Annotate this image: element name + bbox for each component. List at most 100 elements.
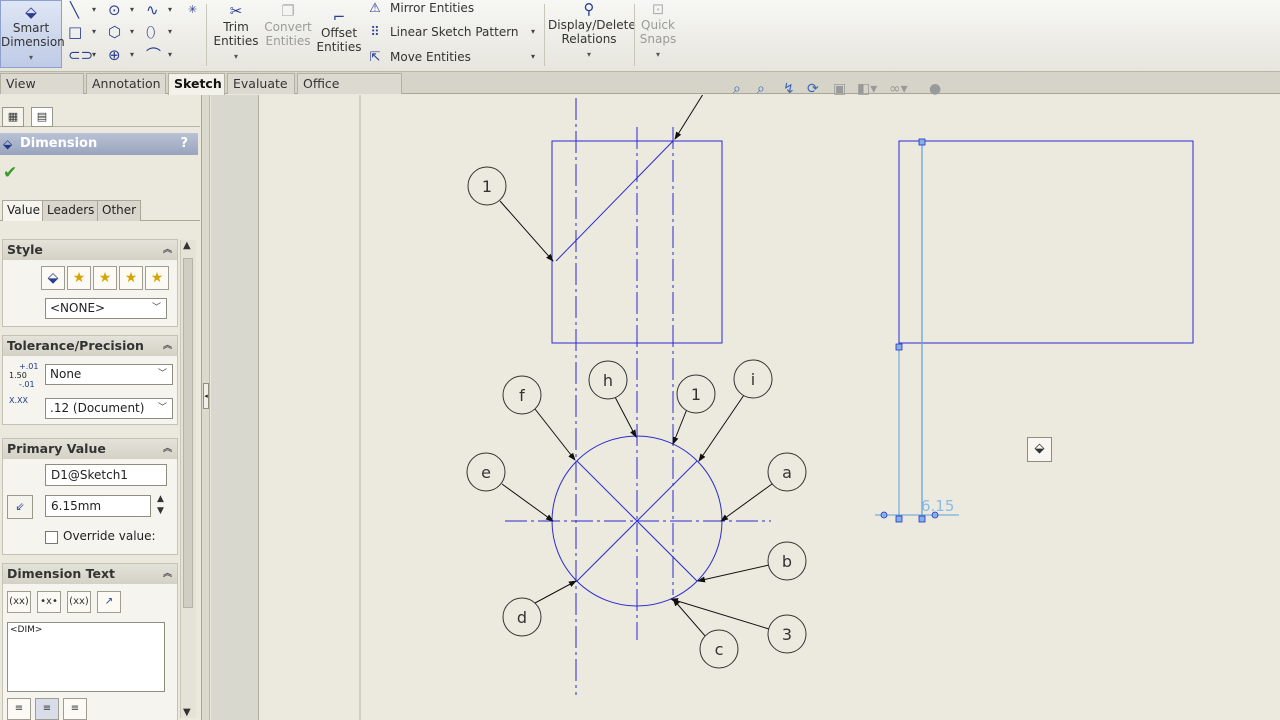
scrollbar-thumb[interactable] (183, 258, 193, 608)
appearance-icon[interactable]: ● (929, 81, 941, 97)
balloon-3[interactable]: 3 (670, 598, 807, 654)
reverse-direction-icon[interactable]: ⇙ (7, 495, 33, 519)
tab-view-layout[interactable]: View Layout (0, 73, 84, 110)
zoom-to-fit-icon[interactable]: ⌕ (733, 81, 741, 97)
center-dimension-button[interactable]: •x• (37, 591, 61, 613)
feature-manager-icon[interactable]: ▦ (2, 107, 24, 127)
quick-snaps-button[interactable]: ⊡ Quick Snaps ▾ (638, 0, 678, 62)
slot-icon[interactable]: ⊂⊃ (68, 45, 93, 65)
balloon-b[interactable]: b (697, 541, 807, 583)
collapse-icon[interactable]: ︽ (163, 564, 172, 584)
align-right-icon[interactable]: ≡ (63, 698, 87, 720)
centerpoint-icon[interactable]: ⊕ (108, 45, 121, 65)
collapse-icon[interactable]: ︽ (163, 336, 172, 356)
offset-entities-button[interactable]: ⌐ Offset Entities (316, 0, 362, 54)
scroll-down-icon[interactable]: ▼ (183, 707, 191, 718)
balloon-a[interactable]: a (720, 452, 807, 522)
tab-annotation[interactable]: Annotation (86, 73, 166, 94)
collapse-panel-icon[interactable]: ◂ (203, 383, 209, 409)
scroll-up-icon[interactable]: ▲ (183, 240, 191, 251)
polygon-icon[interactable]: ⬡ (108, 22, 121, 42)
section-view-icon[interactable]: ▣ (833, 81, 846, 97)
graphics-area[interactable]: 6.15 1 f h 1 i e a b d c 3 ⌕ ⌕ ↯ ⟳ ▣ ◧▾ … (259, 81, 1280, 720)
subtab-leaders[interactable]: Leaders (42, 200, 100, 221)
balloon-e[interactable]: e (466, 452, 554, 522)
convert-entities-button[interactable]: ❐ Convert Entities (262, 0, 314, 48)
panel-splitter[interactable]: ◂ (202, 95, 210, 720)
override-value-checkbox[interactable] (45, 531, 58, 544)
chevron-down-icon[interactable]: ▾ (638, 48, 678, 62)
chevron-down-icon[interactable]: ▾ (92, 45, 96, 65)
display-delete-relations-button[interactable]: ⚲ Display/Delete Relations ▾ (548, 0, 636, 62)
primary-value-header[interactable]: Primary Value ︽ (3, 439, 177, 459)
chevron-down-icon[interactable]: ▾ (168, 0, 172, 20)
dimension-text-header[interactable]: Dimension Text ︽ (3, 564, 177, 584)
align-center-icon[interactable]: ≡ (35, 698, 59, 720)
chevron-down-icon[interactable]: ▾ (130, 22, 134, 42)
balloon-f[interactable]: f (502, 375, 576, 461)
chevron-down-icon[interactable]: ▾ (531, 48, 535, 66)
chevron-down-icon[interactable]: ▾ (548, 48, 630, 62)
smart-dimension-button[interactable]: ⬙ Smart Dimension ▾ (0, 0, 65, 68)
style-dropdown[interactable]: <NONE> ﹀ (45, 298, 167, 319)
tolerance-type-dropdown[interactable]: None ﹀ (45, 364, 173, 385)
trim-entities-button[interactable]: ✂ Trim Entities ▾ (212, 0, 260, 64)
sketch-drawing[interactable]: 6.15 1 f h 1 i e a b d c 3 (259, 95, 1280, 720)
subtab-value[interactable]: Value (2, 200, 45, 221)
rotate-view-icon[interactable]: ⟳ (807, 81, 819, 97)
add-parentheses-button[interactable]: (xx) (7, 591, 31, 613)
zoom-to-area-icon[interactable]: ⌕ (757, 81, 765, 97)
save-style-icon[interactable]: ★ (119, 266, 143, 290)
apply-style-icon[interactable]: ⬙ (41, 266, 65, 290)
inspection-dimension-button[interactable]: (xx) (67, 591, 91, 613)
panel-scrollbar[interactable]: ▲ ▼ (180, 240, 196, 718)
tab-evaluate[interactable]: Evaluate (227, 73, 295, 94)
property-manager-icon[interactable]: ▤ (31, 107, 53, 127)
load-style-icon[interactable]: ★ (145, 266, 169, 290)
chevron-down-icon[interactable]: ▾ (92, 0, 96, 20)
chevron-down-icon[interactable]: ▾ (168, 22, 172, 42)
tab-office-products[interactable]: Office Products (297, 73, 402, 110)
ellipse-icon[interactable]: ⬯ (146, 22, 155, 42)
chevron-down-icon[interactable]: ▾ (130, 45, 134, 65)
balloon-i[interactable]: i (698, 359, 773, 462)
rectangle-icon[interactable]: □ (68, 22, 82, 42)
hide-show-items-icon[interactable]: ∞▾ (889, 81, 908, 97)
chevron-down-icon[interactable]: ▾ (130, 0, 134, 20)
chevron-down-icon[interactable]: ▾ (92, 22, 96, 42)
style-group-header[interactable]: Style ︽ (3, 240, 177, 260)
delete-style-icon[interactable]: ★ (93, 266, 117, 290)
move-entities-button[interactable]: ⇱ Move Entities ▾ (366, 48, 541, 68)
spline-icon[interactable]: ∿ (146, 0, 159, 20)
chevron-down-icon[interactable]: ▾ (212, 50, 260, 64)
subtab-other[interactable]: Other (97, 200, 142, 221)
circle-icon[interactable]: ⊙ (108, 0, 121, 20)
help-icon[interactable]: ? (180, 133, 188, 155)
fillet-icon[interactable]: ⌒ (146, 45, 161, 65)
balloon-1-circle[interactable]: 1 (672, 374, 716, 445)
chevron-down-icon[interactable]: ▾ (168, 45, 172, 65)
precision-dropdown[interactable]: .12 (Document) ﹀ (45, 398, 173, 419)
offset-text-icon[interactable]: ↗ (97, 591, 121, 613)
point-icon[interactable]: ✳ (188, 0, 197, 20)
collapse-icon[interactable]: ︽ (163, 439, 172, 459)
dimension-text-area[interactable]: <DIM> (7, 622, 165, 692)
ok-checkmark-icon[interactable]: ✔ (3, 163, 17, 183)
dimension-palette-icon[interactable]: ⬙ (1027, 437, 1052, 462)
linear-sketch-pattern-button[interactable]: ⠿ Linear Sketch Pattern ▾ (366, 23, 541, 43)
balloon-1-top[interactable]: 1 (467, 166, 554, 262)
line-icon[interactable]: ╲ (70, 0, 79, 20)
view-orientation-icon[interactable]: ◧▾ (857, 81, 877, 97)
dimension-name-field[interactable]: D1@Sketch1 (45, 464, 167, 486)
collapse-icon[interactable]: ︽ (163, 240, 172, 260)
chevron-down-icon[interactable]: ▾ (1, 51, 61, 65)
mirror-entities-button[interactable]: ⚠ Mirror Entities (366, 0, 474, 19)
tolerance-group-header[interactable]: Tolerance/Precision ︽ (3, 336, 177, 356)
align-left-icon[interactable]: ≡ (7, 698, 31, 720)
balloon-d[interactable]: d (502, 580, 577, 637)
balloon-h[interactable]: h (588, 360, 637, 438)
dimension-value-field[interactable]: 6.15mm (45, 495, 151, 517)
previous-view-icon[interactable]: ↯ (783, 81, 795, 97)
value-spinner[interactable]: ▲ ▼ (157, 493, 164, 517)
add-style-icon[interactable]: ★ (67, 266, 91, 290)
